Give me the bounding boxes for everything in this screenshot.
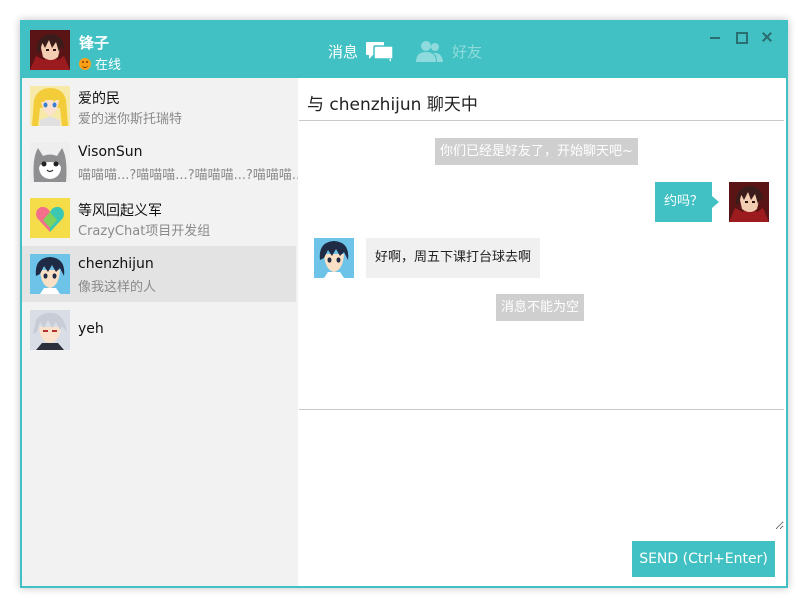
contact-item-selected[interactable]: chenzhijun 像我这样的人 xyxy=(22,246,296,302)
system-message: 你们已经是好友了，开始聊天吧~ xyxy=(435,138,638,165)
chat-title: 与 chenzhijun 聊天中 xyxy=(307,95,478,115)
contact-preview: CrazyChat项目开发组 xyxy=(78,224,211,239)
contact-avatar xyxy=(30,142,70,182)
contact-avatar xyxy=(30,310,70,350)
friends-icon xyxy=(416,41,443,62)
app-header: 锋子 在线 消息 好友 xyxy=(22,22,786,78)
contact-avatar xyxy=(30,86,70,126)
contact-item[interactable]: VisonSun 喵喵喵...?喵喵喵...?喵喵喵...?喵喵喵... xyxy=(22,134,298,190)
contact-name: yeh xyxy=(78,321,104,337)
contact-avatar xyxy=(30,198,70,238)
my-message-avatar xyxy=(729,182,769,222)
contact-item[interactable]: 爱的民 爱的迷你斯托瑞特 xyxy=(22,78,296,134)
contact-name: 爱的民 xyxy=(78,91,120,107)
maximize-icon[interactable] xyxy=(734,30,748,44)
incoming-message: 好啊，周五下课打台球去啊 xyxy=(366,238,541,278)
message-list: 你们已经是好友了，开始聊天吧~ 约吗？ 好啊，周五下课打台球去啊 消息不能为空 xyxy=(299,121,786,409)
my-username: 锋子 xyxy=(79,34,110,52)
contact-item[interactable]: 等风回起义军 CrazyChat项目开发组 xyxy=(22,190,296,246)
tab-messages[interactable]: 消息 xyxy=(328,38,394,64)
contact-preview: 像我这样的人 xyxy=(78,280,157,295)
tab-friends-label: 好友 xyxy=(452,42,483,61)
chat-bubbles-icon xyxy=(366,42,394,62)
status-label: 在线 xyxy=(95,58,122,73)
tab-messages-label: 消息 xyxy=(328,42,359,61)
chat-window: 锋子 在线 消息 好友 爱的民 爱的迷你斯托瑞特 VisonSun 喵喵喵...… xyxy=(20,20,788,588)
message-input[interactable] xyxy=(299,410,784,530)
contact-avatar xyxy=(30,254,70,294)
my-avatar[interactable] xyxy=(30,30,70,70)
send-button[interactable]: SEND (Ctrl+Enter) xyxy=(632,541,775,577)
contact-name: chenzhijun xyxy=(78,256,154,272)
minimize-icon[interactable] xyxy=(708,30,722,44)
tab-friends[interactable]: 好友 xyxy=(414,38,482,64)
contact-list: 爱的民 爱的迷你斯托瑞特 VisonSun 喵喵喵...?喵喵喵...?喵喵喵.… xyxy=(22,78,298,586)
close-icon[interactable] xyxy=(760,30,774,44)
window-controls xyxy=(708,30,774,44)
contact-name: 等风回起义军 xyxy=(78,203,162,219)
contact-preview: 爱的迷你斯托瑞特 xyxy=(78,112,183,127)
chat-panel: 与 chenzhijun 聊天中 你们已经是好友了，开始聊天吧~ 约吗？ 好啊，… xyxy=(299,78,786,586)
smiley-online-icon xyxy=(79,57,91,70)
outgoing-message: 约吗？ xyxy=(655,182,720,222)
contact-message-avatar xyxy=(314,238,354,278)
contact-preview: 喵喵喵...?喵喵喵...?喵喵喵...?喵喵喵... xyxy=(78,168,298,183)
contact-item[interactable]: yeh xyxy=(22,302,296,358)
system-message: 消息不能为空 xyxy=(496,294,585,321)
contact-name: VisonSun xyxy=(78,144,143,160)
my-status[interactable]: 在线 xyxy=(79,54,121,73)
